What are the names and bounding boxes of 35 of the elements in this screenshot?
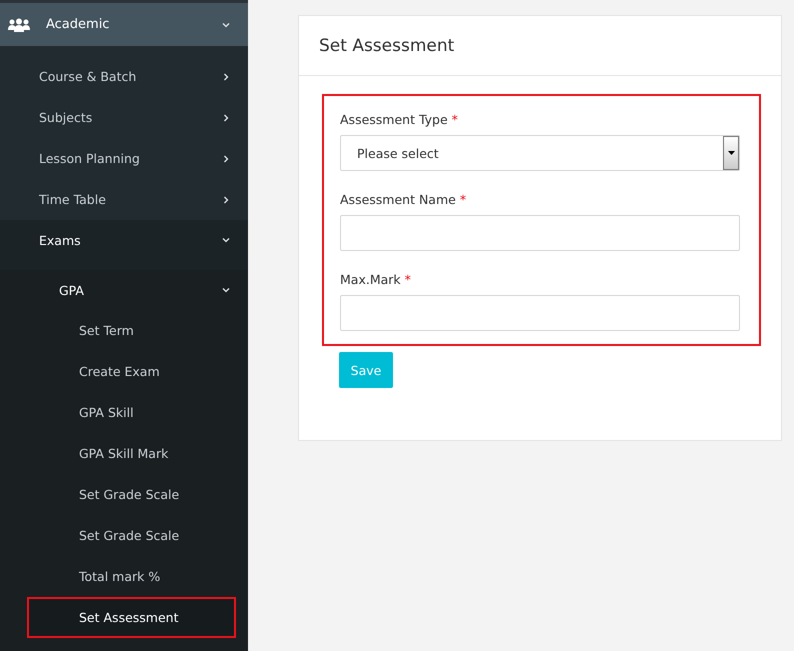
sidebar-item[interactable]: Total mark % (0, 556, 248, 597)
field-label: Assessment Name (340, 192, 456, 207)
field-label: Max.Mark (340, 272, 401, 287)
dropdown-icon (728, 151, 734, 155)
chevron-icon (222, 236, 230, 244)
chevron-icon (222, 20, 230, 28)
chevron-icon (222, 72, 230, 80)
sidebar-item[interactable]: GPA (0, 270, 248, 310)
required-mark: * (404, 272, 411, 287)
sidebar-item[interactable]: Time Table (0, 179, 248, 220)
chevron-icon (222, 286, 230, 294)
field-label: Assessment Type (340, 112, 448, 127)
sidebar-header-label: Academic (46, 17, 110, 32)
required-mark: * (452, 112, 458, 127)
sidebar-item[interactable]: Lesson Planning (0, 138, 248, 179)
input-field[interactable] (340, 295, 740, 331)
users-icon (8, 18, 30, 32)
panel-title: Set Assessment (299, 16, 781, 76)
chevron-icon (222, 114, 230, 122)
sidebar-item[interactable]: Course & Batch (0, 56, 248, 97)
input-field[interactable] (340, 215, 740, 251)
select-field[interactable]: Please select (340, 135, 740, 171)
sidebar-item[interactable]: GPA Skill (0, 392, 248, 433)
chevron-icon (222, 154, 230, 162)
sidebar-item[interactable]: Create Exam (0, 351, 248, 392)
sidebar-item[interactable]: Set Assessment (27, 597, 236, 638)
sidebar-item[interactable]: Subjects (0, 97, 248, 138)
chevron-icon (222, 196, 230, 204)
sidebar-item[interactable]: Set Term (0, 310, 248, 351)
sidebar-item[interactable]: Set Grade Scale (0, 474, 248, 515)
required-mark: * (460, 192, 466, 207)
sidebar-item[interactable]: GPA Skill Mark (0, 433, 248, 474)
sidebar-item[interactable]: Set Grade Scale (0, 515, 248, 556)
sidebar-item[interactable]: Exams (0, 220, 248, 270)
sidebar-header[interactable]: Academic (0, 3, 248, 46)
